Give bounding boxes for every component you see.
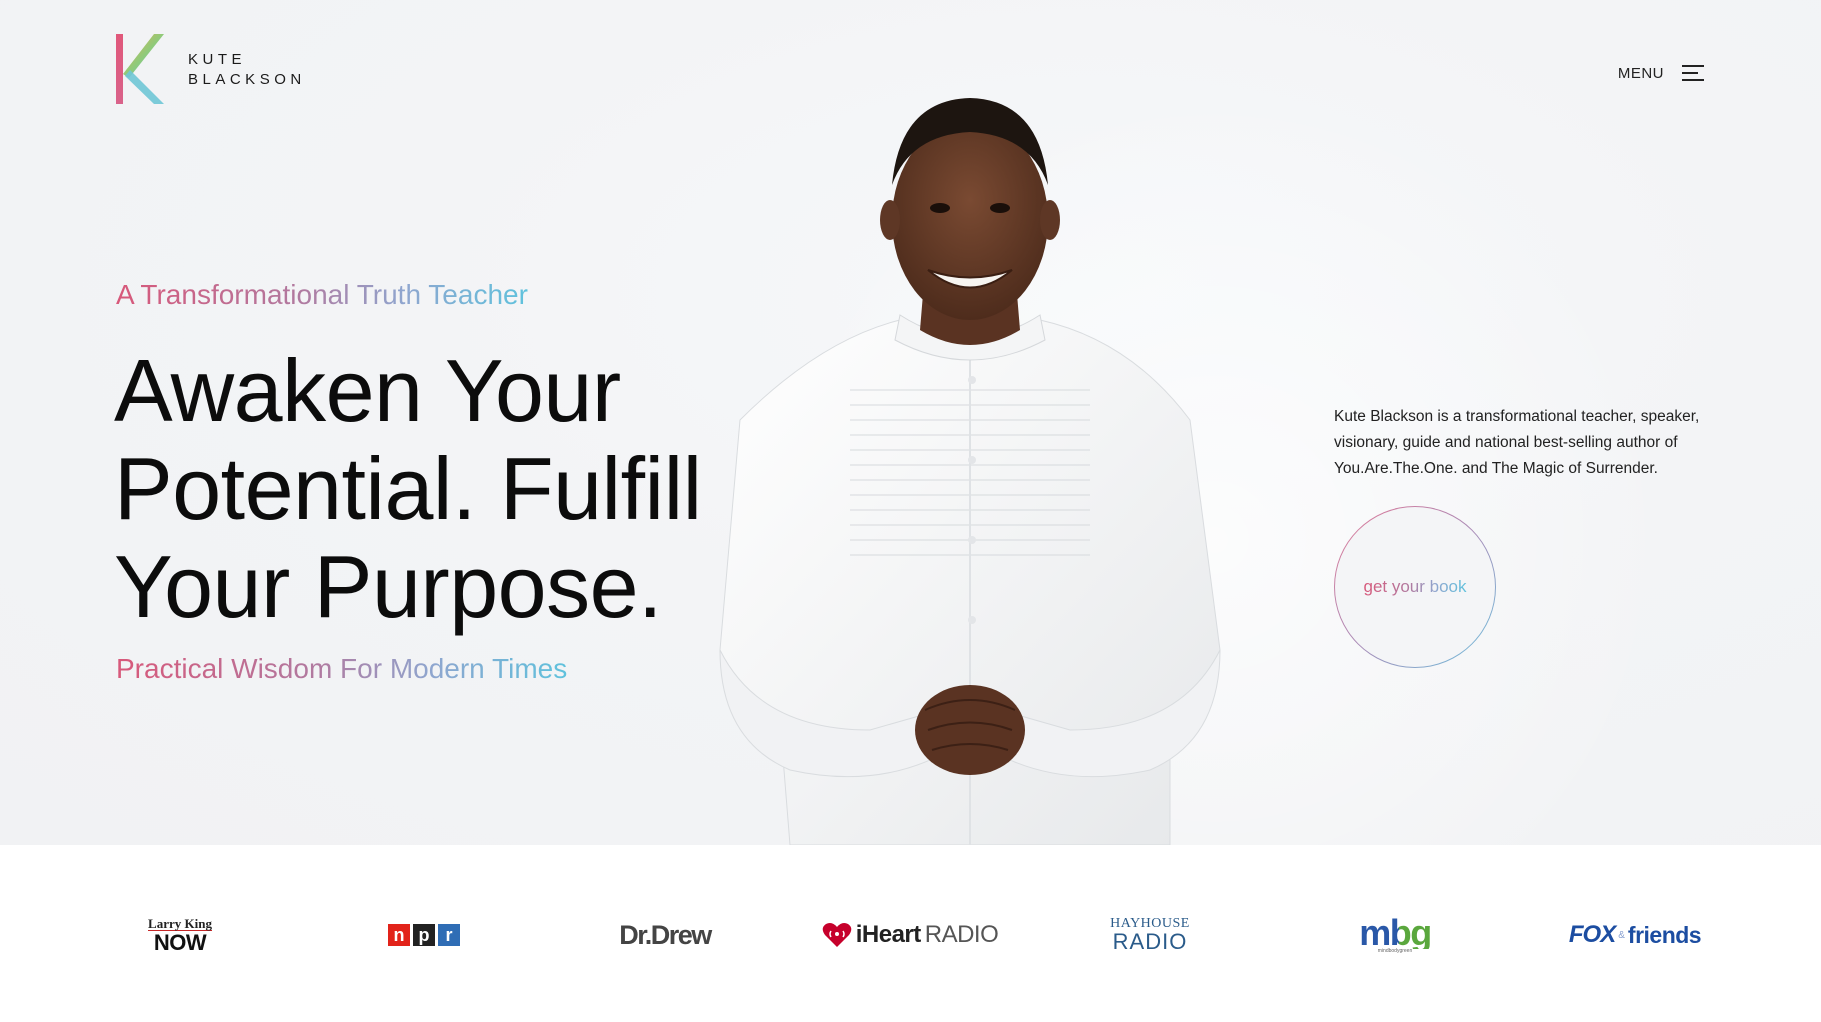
larry-king-now-logo[interactable]: Larry King NOW	[140, 907, 220, 963]
npr-logo[interactable]: n p r	[388, 907, 460, 963]
logo-name-line2: BLACKSON	[188, 70, 306, 88]
larry-king-label: Larry King	[148, 915, 212, 931]
hayhouse-radio-label: RADIO	[1112, 929, 1188, 954]
k-logo-icon	[116, 34, 164, 104]
logo-name-line1: KUTE	[188, 50, 247, 68]
iheartradio-logo[interactable]: iHeart RADIO	[820, 907, 1000, 963]
dr-drew-logo[interactable]: Dr.Drew	[600, 907, 730, 963]
iheart-bold-label: iHeart	[855, 921, 922, 948]
hero-kicker: A Transformational Truth Teacher	[116, 279, 528, 310]
npr-p: p	[413, 924, 435, 946]
fox-amp: &	[1618, 929, 1625, 941]
fox-label: FOX	[1568, 921, 1616, 948]
iheart-heart-icon	[822, 923, 851, 947]
menu-button[interactable]: MENU	[1618, 64, 1704, 82]
hero-headline: Awaken Your Potential. Fulfill Your Purp…	[114, 341, 702, 636]
iheart-radio-label: RADIO	[924, 921, 999, 948]
site-logo[interactable]: KUTE BLACKSON	[116, 34, 306, 104]
hamburger-icon	[1682, 65, 1704, 81]
mbg-logo[interactable]: mbg mindbodygreen	[1350, 907, 1440, 963]
press-logos-strip: Larry King NOW n p r Dr.Drew iHeart RADIO…	[0, 845, 1821, 1022]
npr-n: n	[388, 924, 410, 946]
hayhouse-radio-logo[interactable]: HAYHOUSE RADIO	[1100, 907, 1200, 963]
menu-label: MENU	[1617, 64, 1664, 82]
portrait-image	[719, 98, 1221, 845]
larry-king-now-label: NOW	[153, 929, 207, 955]
get-your-book-button[interactable]: get your book	[1334, 506, 1496, 668]
fox-and-friends-logo[interactable]: FOX & friends	[1560, 907, 1710, 963]
hero-tagline: Practical Wisdom For Modern Times	[116, 653, 568, 684]
npr-r: r	[438, 924, 460, 946]
mbg-label: mbg	[1359, 911, 1432, 953]
friends-label: friends	[1627, 921, 1702, 948]
get-your-book-label: get your book	[1363, 577, 1467, 596]
hero-section: KUTE BLACKSON MENU A Transformational Tr…	[0, 0, 1821, 845]
bio-text: Kute Blackson is a transformational teac…	[1334, 408, 1700, 477]
mbg-sub-label: mindbodygreen	[1377, 947, 1413, 954]
